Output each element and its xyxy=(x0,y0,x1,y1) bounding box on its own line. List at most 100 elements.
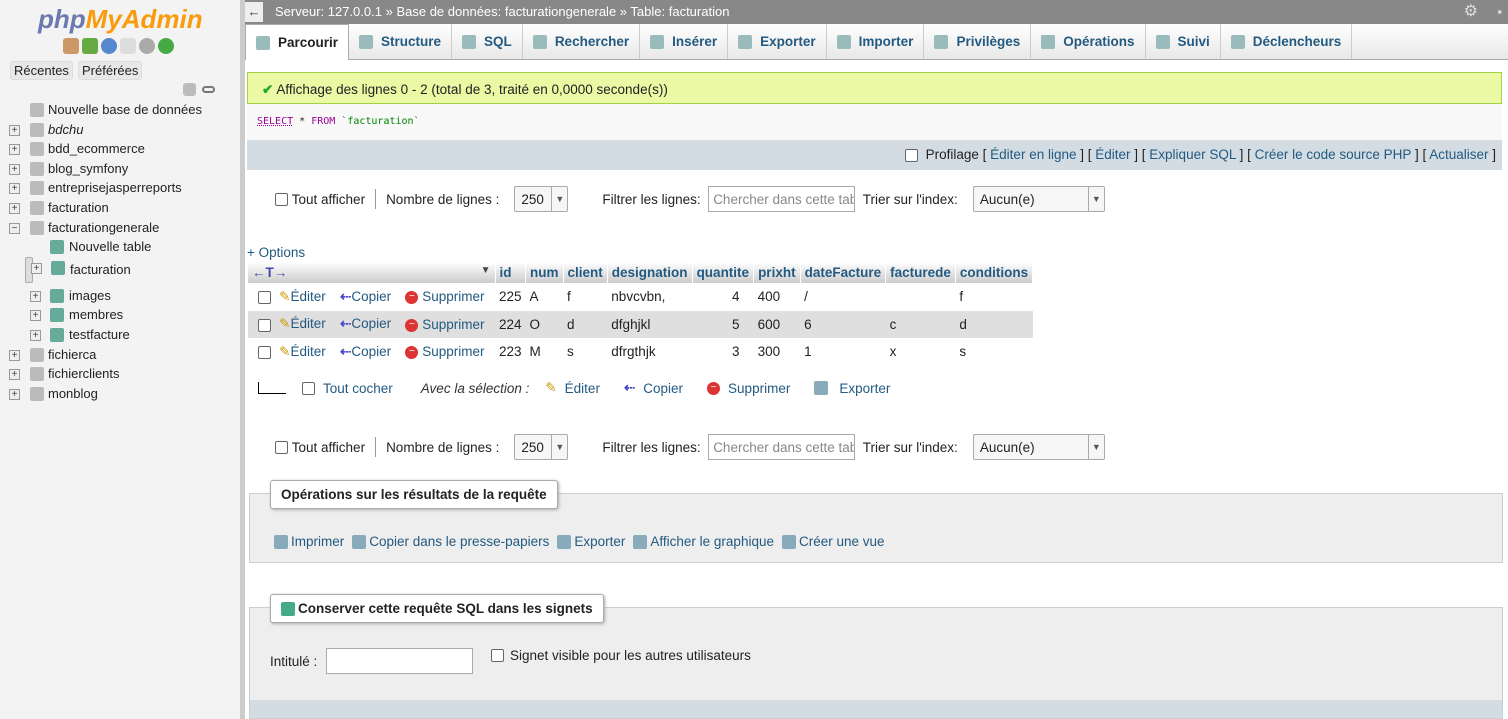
cell-quantite[interactable]: 4 xyxy=(692,283,754,311)
export-link[interactable]: Exporter xyxy=(557,534,625,550)
table-item-selected[interactable]: + facturation xyxy=(25,256,131,283)
column-header-num[interactable]: num xyxy=(525,262,564,283)
tab-privileges[interactable]: Privilèges xyxy=(924,24,1032,59)
maximize-icon[interactable]: ▪ xyxy=(1497,0,1502,24)
bulk-edit-button[interactable]: Éditer xyxy=(565,381,600,396)
tab-import[interactable]: Importer xyxy=(827,24,925,59)
expand-icon[interactable]: + xyxy=(9,163,20,175)
cell-facturede[interactable]: x xyxy=(886,338,956,366)
sort-index-select[interactable]: Aucun(e) ▼ xyxy=(972,434,1105,460)
inline-edit-link[interactable]: Éditer en ligne xyxy=(990,147,1076,162)
cell-dateFacture[interactable]: / xyxy=(800,283,886,311)
cell-client[interactable]: f xyxy=(563,283,607,311)
db-item[interactable]: + bdd_ecommerce xyxy=(0,139,240,159)
cell-designation[interactable]: dfrgthjk xyxy=(607,338,692,366)
bulk-copy-button[interactable]: Copier xyxy=(643,381,683,396)
create-php-link[interactable]: Créer le code source PHP xyxy=(1255,147,1412,162)
cell-num[interactable]: O xyxy=(525,310,564,338)
expand-icon[interactable]: + xyxy=(9,144,20,156)
home-icon[interactable] xyxy=(63,38,79,54)
db-item[interactable]: + facturation xyxy=(0,198,240,218)
breadcrumb-table[interactable]: Table: facturation xyxy=(630,4,729,19)
chart-link[interactable]: Afficher le graphique xyxy=(633,534,774,550)
new-table-item[interactable]: Nouvelle table xyxy=(0,237,240,257)
cell-conditions[interactable]: d xyxy=(955,310,1033,338)
cell-conditions[interactable]: s xyxy=(955,338,1032,366)
settings-icon[interactable]: ⚙ xyxy=(1464,0,1478,24)
db-item[interactable]: + entreprisejasperreports xyxy=(0,178,240,198)
expand-icon[interactable]: + xyxy=(30,290,41,302)
column-toggle-icon[interactable]: ←T→ xyxy=(252,265,287,280)
cell-client[interactable]: s xyxy=(563,338,607,366)
collapse-all-icon[interactable] xyxy=(183,83,196,96)
column-header-facturede[interactable]: facturede xyxy=(885,262,956,283)
db-item[interactable]: + monblog xyxy=(0,384,240,404)
cell-id[interactable]: 224 xyxy=(495,310,526,338)
cell-conditions[interactable]: f xyxy=(955,283,1032,311)
cell-dateFacture[interactable]: 1 xyxy=(800,338,886,366)
rows-select[interactable]: 250 ▼ xyxy=(514,186,569,212)
filter-rows-input[interactable]: Chercher dans cette table xyxy=(708,434,856,460)
cell-num[interactable]: M xyxy=(526,338,564,366)
tab-tracking[interactable]: Suivi xyxy=(1146,24,1221,59)
tab-sql[interactable]: SQL xyxy=(452,24,523,59)
cell-prixht[interactable]: 400 xyxy=(754,283,801,311)
db-item[interactable]: − facturationgenerale xyxy=(0,218,240,238)
copy-row-button[interactable]: Copier xyxy=(351,289,391,304)
rows-select[interactable]: 250 ▼ xyxy=(514,434,569,460)
collapse-icon[interactable]: − xyxy=(9,222,20,234)
expand-icon[interactable]: + xyxy=(9,183,20,195)
expand-icon[interactable]: + xyxy=(9,124,20,136)
tab-browse[interactable]: Parcourir xyxy=(245,24,350,60)
table-item[interactable]: + images xyxy=(0,286,240,306)
column-header-dateFacture[interactable]: dateFacture xyxy=(800,262,887,283)
column-header-conditions[interactable]: conditions xyxy=(955,262,1034,283)
copy-row-button[interactable]: Copier xyxy=(351,344,391,359)
refresh-link[interactable]: Actualiser xyxy=(1429,147,1488,162)
delete-row-button[interactable]: Supprimer xyxy=(422,289,484,304)
dropdown-arrow-icon[interactable]: ▼ xyxy=(481,265,491,276)
edit-row-button[interactable]: Éditer xyxy=(290,316,325,331)
collapse-sidebar-button[interactable]: ← xyxy=(245,2,263,22)
edit-link[interactable]: Éditer xyxy=(1095,147,1130,162)
column-header-designation[interactable]: designation xyxy=(607,262,693,283)
cell-facturede[interactable] xyxy=(886,283,956,311)
expand-icon[interactable]: + xyxy=(9,349,20,361)
show-all-label[interactable]: Tout afficher xyxy=(292,192,365,207)
bookmark-visible-checkbox[interactable] xyxy=(491,649,504,662)
column-header-id[interactable]: id xyxy=(495,262,527,283)
help-icon[interactable] xyxy=(101,38,117,54)
table-item[interactable]: + membres xyxy=(0,305,240,325)
edit-row-button[interactable]: Éditer xyxy=(290,344,325,359)
show-all-label[interactable]: Tout afficher xyxy=(292,440,365,455)
cell-quantite[interactable]: 5 xyxy=(692,310,754,338)
tab-export[interactable]: Exporter xyxy=(728,24,827,59)
row-checkbox[interactable] xyxy=(258,346,271,360)
expand-icon[interactable]: + xyxy=(9,202,20,214)
copy-clipboard-link[interactable]: Copier dans le presse-papiers xyxy=(352,534,549,550)
db-bdchu[interactable]: + bdchu xyxy=(0,120,240,140)
sql-query-display[interactable]: SELECT * FROM `facturation` xyxy=(247,104,1502,140)
cell-client[interactable]: d xyxy=(563,310,608,338)
cell-num[interactable]: A xyxy=(526,283,564,311)
copy-row-button[interactable]: Copier xyxy=(351,316,391,331)
favorites-tab[interactable]: Préférées xyxy=(78,61,143,80)
row-checkbox[interactable] xyxy=(258,291,271,305)
db-item[interactable]: + blog_symfony xyxy=(0,159,240,179)
bulk-delete-button[interactable]: Supprimer xyxy=(728,381,790,396)
column-header-client[interactable]: client xyxy=(563,262,608,283)
cell-dateFacture[interactable]: 6 xyxy=(800,310,886,338)
logout-icon[interactable] xyxy=(82,38,98,54)
options-link[interactable]: + Options xyxy=(247,245,305,260)
tab-search[interactable]: Rechercher xyxy=(523,24,641,59)
cell-id[interactable]: 225 xyxy=(495,283,526,311)
breadcrumb-server[interactable]: Serveur: 127.0.0.1 xyxy=(275,4,382,19)
expand-icon[interactable]: + xyxy=(31,262,42,274)
edit-row-button[interactable]: Éditer xyxy=(290,289,325,304)
recent-tab[interactable]: Récentes xyxy=(10,61,73,80)
cell-quantite[interactable]: 3 xyxy=(692,338,754,366)
bulk-export-button[interactable]: Exporter xyxy=(839,381,890,396)
show-all-checkbox[interactable] xyxy=(275,440,288,454)
cell-prixht[interactable]: 300 xyxy=(754,338,801,366)
column-header-quantite[interactable]: quantite xyxy=(692,262,755,283)
